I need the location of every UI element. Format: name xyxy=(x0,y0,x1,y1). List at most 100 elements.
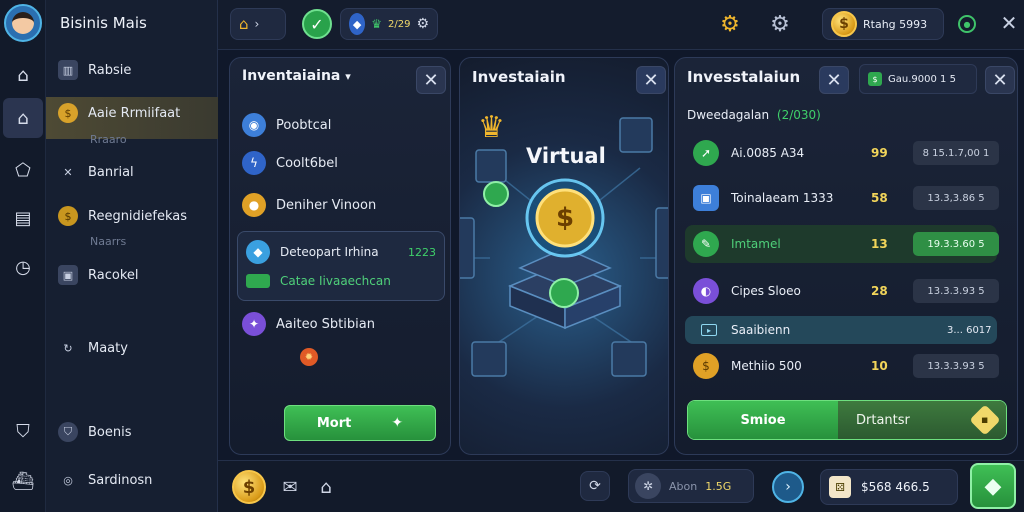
panel-title: Invesstalaiun xyxy=(687,68,801,86)
arrow-up-icon: ➚ xyxy=(693,140,719,166)
table-row[interactable]: ✎ Imtamel 13 19.3.3.60 5 xyxy=(685,225,999,263)
coin-icon: $ xyxy=(831,11,857,37)
settings-gold-icon[interactable]: ⚙ xyxy=(716,10,744,38)
icon-rail: ⌂ ⌂ ⬠ ▤ ◷ ⛉ ⛴ xyxy=(0,0,46,512)
chart-icon: ▥ xyxy=(58,60,78,80)
app-title: Bisinis Mais xyxy=(60,14,147,32)
list-item-value: 1223 xyxy=(408,245,436,259)
network-graphic xyxy=(460,117,668,377)
box-icon: ▣ xyxy=(58,265,78,285)
status-chip[interactable]: ✲ Abon 1.5G xyxy=(628,469,754,503)
sidebar-item-sub: Naarrs xyxy=(90,235,127,248)
resource-chip[interactable]: $ Gau.9000 1 5 xyxy=(859,64,977,94)
crown-icon: ♛ xyxy=(371,17,382,31)
sidebar-item-6[interactable]: ⛉ Boenis xyxy=(58,422,132,442)
sidebar-item-label: Banrial xyxy=(88,164,134,180)
sidebar-item-label: Aaie Rrmiifaat xyxy=(88,105,181,121)
tag-icon: ◆ xyxy=(969,404,1001,436)
sidebar-item-1[interactable]: $ Aaie Rrmiifaat xyxy=(58,103,180,123)
list-item[interactable]: ● Deniher Vinoon xyxy=(242,193,376,217)
list-item-label: Coolt6bel xyxy=(276,155,338,171)
crystal-icon: ◆ xyxy=(349,13,366,35)
sidebar-item-label: Sardinosn xyxy=(88,472,153,488)
close-button[interactable]: ✕ xyxy=(819,66,849,94)
close-icon[interactable]: ✕ xyxy=(996,10,1022,36)
pen-icon: ✎ xyxy=(693,231,719,257)
sidebar-item-label: Boenis xyxy=(88,424,132,440)
dollar-cube-icon: $ xyxy=(555,203,575,233)
table-row[interactable]: ➚ Ai.0085 A34 99 8 15.1.7,00 1 xyxy=(685,134,999,172)
sidebar-item-3[interactable]: $ Reegnidiefekas xyxy=(58,206,187,226)
sparkle-icon: ✦ xyxy=(391,415,404,431)
panel-title[interactable]: Inventaiaina ▾ xyxy=(242,68,351,84)
robot-icon: ◉ xyxy=(242,113,266,137)
shop-gem-button[interactable]: ◆ xyxy=(970,463,1016,509)
gear-icon: ⚙ xyxy=(416,16,429,32)
sidebar-item-5[interactable]: ↻ Maaty xyxy=(58,338,128,358)
home-chip[interactable]: ⌂ › xyxy=(230,8,286,40)
sidebar-item-0[interactable]: ▥ Rabsie xyxy=(58,60,131,80)
card-icon[interactable]: ▤ xyxy=(8,203,38,233)
sidebar: Bisinis Mais ▥ Rabsie $ Aaie Rrmiifaat R… xyxy=(46,0,218,512)
more-button[interactable]: Mort ✦ xyxy=(284,405,436,441)
chip-value: Gau.9000 1 5 xyxy=(888,73,956,85)
home-icon: ⌂ xyxy=(239,15,249,33)
shield-icon[interactable]: ⛉ xyxy=(8,416,38,446)
table-row[interactable]: ◐ Cipes Sloeo 28 13.3.3.93 5 xyxy=(685,272,999,310)
sync-icon: ↻ xyxy=(63,341,73,355)
cash-icon: $ xyxy=(868,72,882,86)
sidebar-item-4[interactable]: ▣ Racokel xyxy=(58,265,139,285)
table-row[interactable]: ▸ Saaibienn 3... 6017 xyxy=(685,316,997,344)
investment-panel: Investaiain ✕ ♛ Virtual $ xyxy=(459,57,669,455)
transfer-button[interactable]: Drtantsr ◆ xyxy=(838,401,1006,439)
tools-icon: ✕ xyxy=(63,165,73,179)
sidebar-item-label: Rabsie xyxy=(88,62,132,78)
mail-icon[interactable]: ✉ xyxy=(278,475,302,499)
inventory-panel: Inventaiaina ▾ ✕ ◉ Poobtcal ϟ Coolt6bel … xyxy=(229,57,451,455)
sidebar-item-7[interactable]: ◎ Sardinosn xyxy=(58,470,152,490)
ship-icon[interactable]: ⛴ xyxy=(8,466,38,496)
coin-icon[interactable]: $ xyxy=(232,470,266,504)
list-item-label: Poobtcal xyxy=(276,117,332,133)
shield-icon: ⛉ xyxy=(58,422,78,442)
close-button[interactable]: ✕ xyxy=(416,66,446,94)
gem-green-icon[interactable]: ✓ xyxy=(302,9,332,39)
avatar[interactable] xyxy=(4,4,42,42)
home-outline-icon[interactable]: ⌂ xyxy=(8,60,38,90)
bolt-icon: ϟ xyxy=(242,151,266,175)
balance-chip[interactable]: $ Rtahg 5993 xyxy=(822,8,944,40)
online-status-icon[interactable]: ● xyxy=(958,15,976,33)
list-item-label: Deniher Vinoon xyxy=(276,197,377,213)
list-item[interactable]: ✦ Aaiteo Sbtibian xyxy=(242,312,375,336)
table-row[interactable]: ▣ Toinalaeam 1333 58 13.3,3.86 5 xyxy=(685,179,999,217)
close-button[interactable]: ✕ xyxy=(985,66,1015,94)
list-item[interactable]: ◉ Poobtcal xyxy=(242,113,331,137)
bag-icon: ● xyxy=(242,193,266,217)
sidebar-item-sub: Rraaro xyxy=(90,133,127,146)
chevron-down-icon: ▾ xyxy=(345,70,351,83)
table-row[interactable]: $ Methiio 500 10 13.3.3.93 5 xyxy=(685,347,999,385)
sidebar-item-2[interactable]: ✕ Banrial xyxy=(58,162,134,182)
resource-badge: 2/29 xyxy=(387,18,411,30)
list-item[interactable]: ϟ Coolt6bel xyxy=(242,151,338,175)
resource-chip[interactable]: ◆ ♛ 2/29 ⚙ xyxy=(340,8,438,40)
coin-icon: $ xyxy=(58,206,78,226)
refresh-icon[interactable]: ⟳ xyxy=(580,471,610,501)
primary-action-button[interactable]: Smioe xyxy=(688,401,838,439)
fire-icon: ✹ xyxy=(300,348,318,366)
home-icon[interactable]: ⌂ xyxy=(3,98,43,138)
tag-icon[interactable]: ⬠ xyxy=(8,155,38,185)
home-outline-icon[interactable]: ⌂ xyxy=(314,475,338,499)
settings-icon[interactable]: ⚙ xyxy=(766,10,794,38)
credits-chip[interactable]: ⚄ $568 466.5 xyxy=(820,469,958,505)
arrow-icon[interactable]: › xyxy=(772,471,804,503)
list-item-label: Aaiteo Sbtibian xyxy=(276,316,375,332)
clock-icon[interactable]: ◷ xyxy=(8,252,38,282)
network-icon: ✲ xyxy=(635,473,661,499)
selected-item-card[interactable]: ◆ Deteopart Irhina 1223 Catae Iivaaechca… xyxy=(237,231,445,301)
balance-value: Rtahg 5993 xyxy=(863,17,928,31)
list-item: ◆ Deteopart Irhina 1223 xyxy=(246,240,436,264)
dice-icon: ⚄ xyxy=(829,476,851,498)
coin-icon: $ xyxy=(693,353,719,379)
top-bar: ⌂ › ✓ ◆ ♛ 2/29 ⚙ ⚙ ⚙ $ Rtahg 5993 ● ✕ xyxy=(218,0,1024,50)
